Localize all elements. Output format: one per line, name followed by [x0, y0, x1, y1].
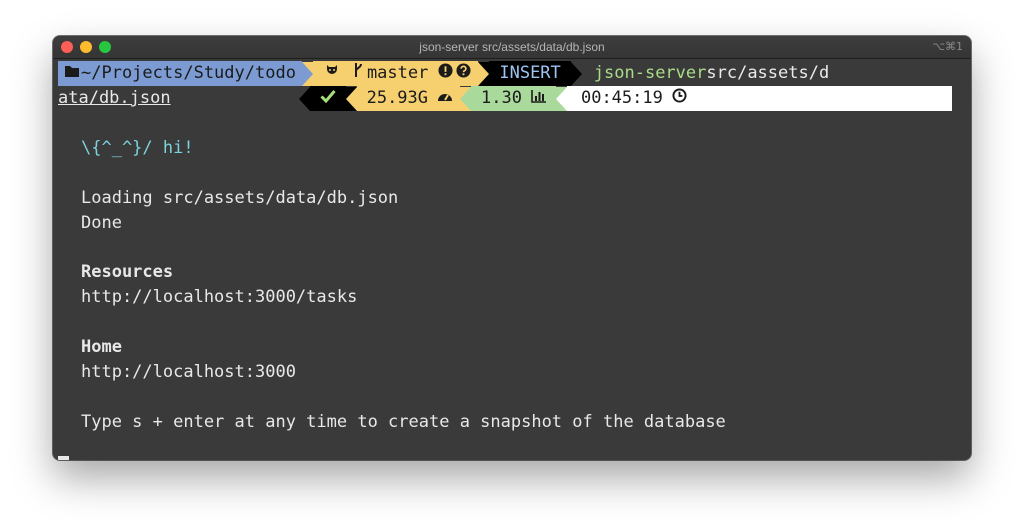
- resources-heading: Resources: [81, 262, 174, 282]
- time-segment: 00:45:19: [566, 86, 952, 111]
- terminal-content[interactable]: ~/Projects/Study/todo master INSERT json…: [53, 59, 971, 460]
- separator-arrow: [555, 86, 567, 111]
- tab-shortcut: ⌥⌘1: [932, 40, 963, 53]
- command-argument-continued[interactable]: ata/db.json: [58, 86, 171, 111]
- folder-icon: [63, 61, 81, 86]
- separator-arrow: [301, 61, 313, 86]
- prompt-git-segment: master: [312, 61, 479, 86]
- terminal-window: json-server src/assets/data/db.json ⌥⌘1 …: [53, 36, 971, 460]
- snapshot-hint: Type s + enter at any time to create a s…: [81, 412, 726, 432]
- github-octocat-icon: [323, 61, 341, 86]
- command-argument: src/assets/d: [706, 63, 830, 83]
- prompt-line-1: ~/Projects/Study/todo master INSERT json…: [58, 61, 952, 86]
- window-title: json-server src/assets/data/db.json: [419, 40, 605, 54]
- separator-arrow: [478, 61, 490, 86]
- separator-arrow: [460, 86, 472, 111]
- command-name: json-server: [593, 63, 707, 83]
- prompt-dir: ~/Projects/Study/todo: [81, 63, 296, 83]
- done-line: Done: [81, 213, 122, 233]
- command-input[interactable]: json-server src/assets/d: [581, 61, 830, 86]
- memory-segment: 25.93G: [356, 86, 461, 111]
- home-url[interactable]: http://localhost:3000: [81, 360, 296, 385]
- dashboard-icon: [436, 86, 454, 111]
- git-branch-icon: [349, 61, 367, 86]
- prompt-line-2: ata/db.json 25.93G 1.30 00:45:19: [58, 86, 952, 111]
- loading-line: Loading src/assets/data/db.json: [81, 188, 399, 208]
- resources-url[interactable]: http://localhost:3000/tasks: [81, 285, 357, 310]
- alert-circle-icon: [436, 61, 454, 86]
- clock-icon: [671, 86, 689, 111]
- greeting-line: \{^_^}/ hi!: [81, 138, 194, 158]
- load-value: 1.30: [481, 88, 522, 108]
- vi-mode-indicator: INSERT: [489, 61, 571, 86]
- git-branch: master: [366, 63, 429, 83]
- question-circle-icon: [454, 61, 472, 86]
- prompt-dir-segment: ~/Projects/Study/todo: [58, 61, 302, 86]
- load-segment: 1.30: [471, 86, 556, 111]
- time-value: 00:45:19: [580, 88, 663, 108]
- text-cursor: [58, 456, 69, 460]
- separator-arrow: [298, 86, 310, 111]
- separator-arrow: [345, 86, 357, 111]
- home-heading: Home: [81, 337, 122, 357]
- status-ok-segment: [309, 86, 346, 111]
- separator-arrow: [570, 61, 582, 86]
- memory-value: 25.93G: [366, 88, 429, 108]
- checkmark-icon: [319, 86, 337, 111]
- title-bar: json-server src/assets/data/db.json ⌥⌘1: [53, 36, 971, 59]
- bar-chart-icon: [530, 86, 548, 111]
